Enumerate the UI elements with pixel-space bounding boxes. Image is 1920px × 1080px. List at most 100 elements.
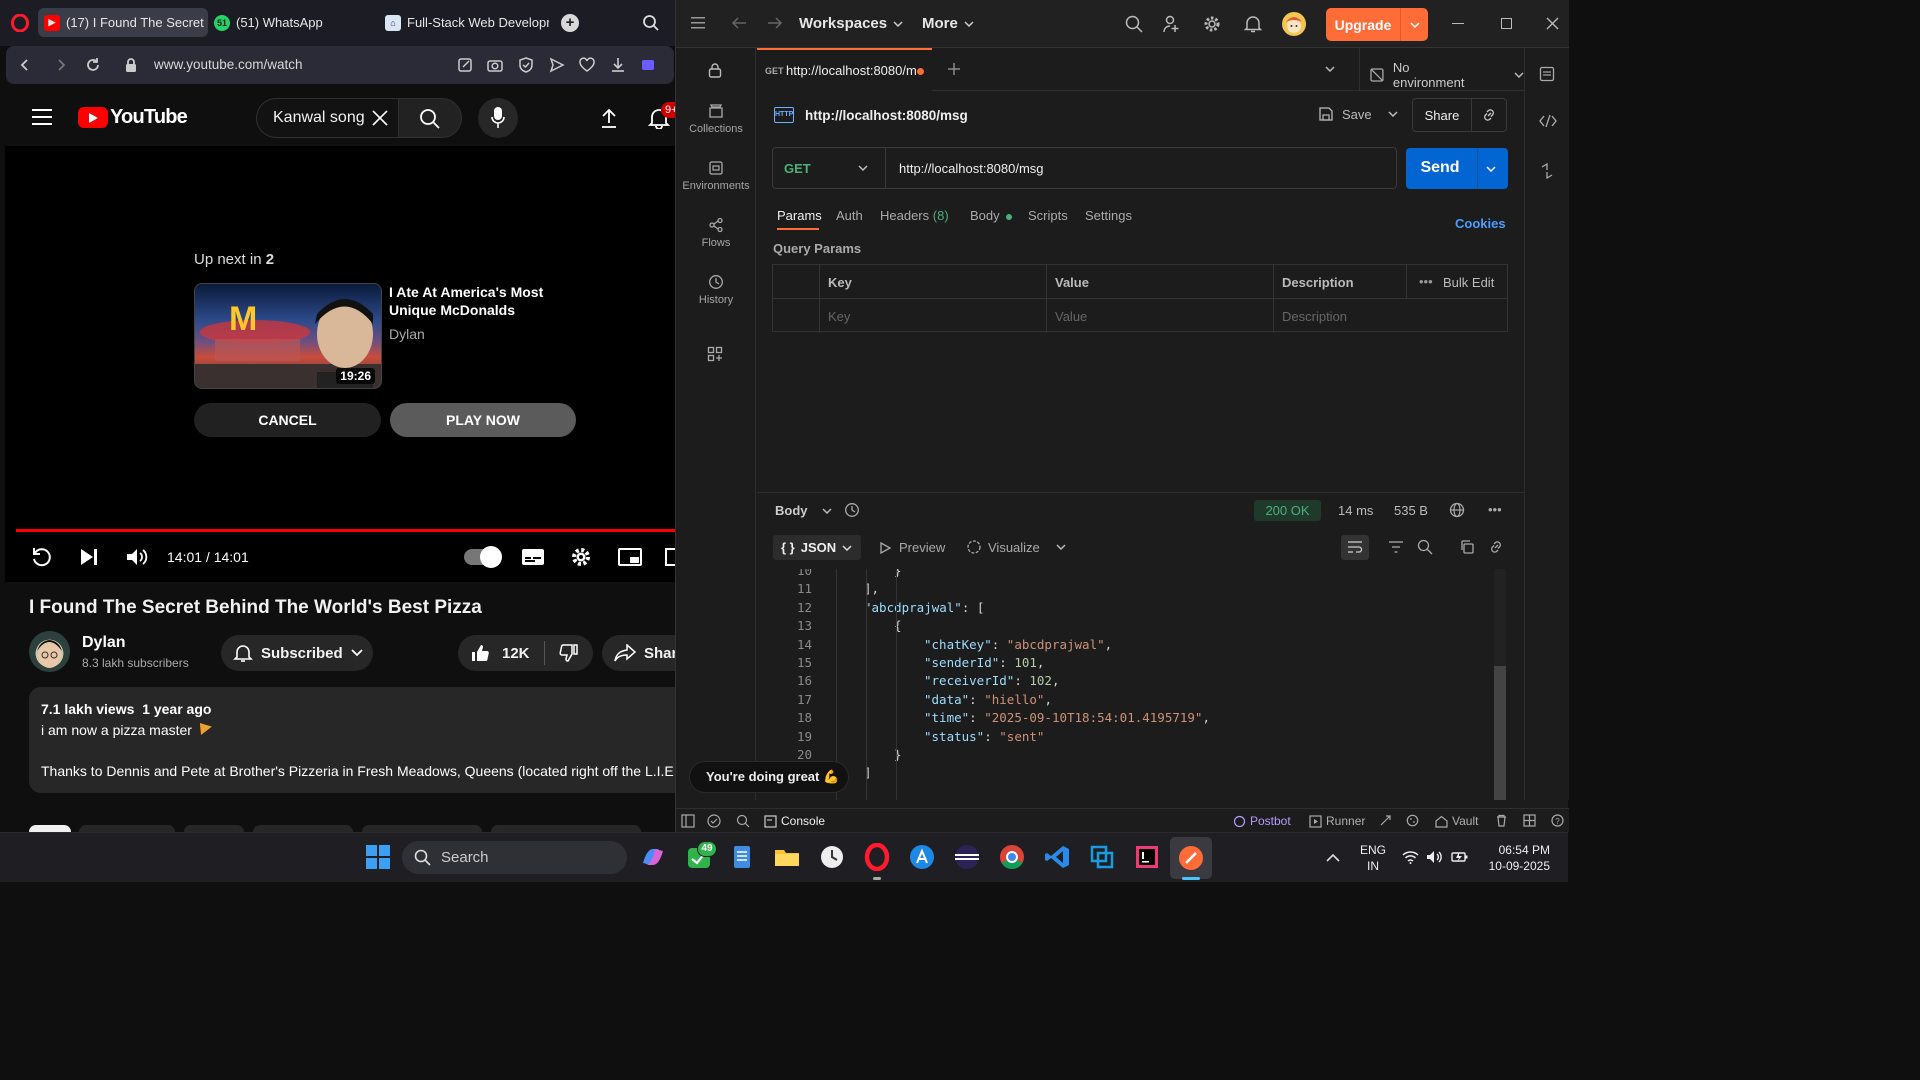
sidebar-item-flows[interactable]: Flows	[676, 217, 756, 249]
user-avatar[interactable]	[1282, 12, 1306, 36]
video-player[interactable]: Up next in 2 M 19:26 I Ate At America's …	[5, 146, 675, 582]
maximize-window-button[interactable]	[1501, 18, 1512, 29]
save-button[interactable]: Save	[1318, 106, 1398, 122]
description-input[interactable]: Description	[1282, 309, 1347, 324]
shield-icon[interactable]	[517, 56, 535, 74]
vscode-icon[interactable]	[1043, 843, 1073, 873]
cookies-link[interactable]: Cookies	[1455, 216, 1506, 231]
send-button[interactable]: Send	[1406, 148, 1508, 189]
tab-youtube[interactable]: ▶ (17) I Found The Secret Be	[38, 8, 208, 37]
clear-search-icon[interactable]	[371, 109, 389, 127]
camera-icon[interactable]	[486, 56, 504, 74]
edit-icon[interactable]	[456, 56, 474, 74]
taskbar-search-box[interactable]: Search	[402, 841, 627, 874]
tab-scripts[interactable]: Scripts	[1028, 208, 1068, 223]
response-size[interactable]: 535 B	[1394, 503, 1428, 518]
response-history-icon[interactable]	[844, 502, 860, 518]
dislike-button[interactable]	[545, 643, 579, 663]
back-arrow-icon[interactable]	[731, 16, 747, 30]
lock-icon[interactable]	[707, 62, 723, 78]
runner-button[interactable]: Runner	[1309, 814, 1365, 828]
more-menu[interactable]: More	[922, 15, 974, 32]
video-description-box[interactable]: 7.1 lakh views 1 year ago i am now a piz…	[29, 687, 675, 793]
tab-body[interactable]: Body	[970, 208, 1013, 223]
notifications-bell-icon[interactable]	[1244, 15, 1262, 33]
heart-icon[interactable]	[578, 56, 596, 74]
volume-tray-icon[interactable]	[1426, 850, 1443, 864]
share-request-button[interactable]: Share	[1412, 98, 1507, 132]
documentation-icon[interactable]	[1539, 66, 1555, 82]
toggle-sidebar-icon[interactable]	[681, 814, 695, 828]
tab-search-icon[interactable]	[642, 14, 660, 32]
chip[interactable]	[29, 825, 71, 832]
like-button[interactable]: 12K	[458, 643, 530, 663]
more-response-options-icon[interactable]: •••	[1488, 502, 1502, 517]
url-field[interactable]: www.youtube.com/watch	[154, 57, 303, 72]
url-input[interactable]: http://localhost:8080/msg	[899, 161, 1044, 176]
code-snippet-icon[interactable]	[1539, 114, 1557, 128]
video-progress-bar[interactable]	[16, 529, 675, 532]
theater-mode-icon[interactable]	[665, 548, 675, 566]
environment-selector[interactable]: No environment	[1369, 60, 1524, 90]
share-button[interactable]: Share	[602, 635, 675, 671]
tab-auth[interactable]: Auth	[836, 208, 863, 223]
cancel-autoplay-button[interactable]: CANCEL	[194, 403, 381, 437]
chip[interactable]	[362, 825, 482, 832]
invite-user-icon[interactable]	[1162, 15, 1180, 33]
code-scrollbar[interactable]	[1494, 569, 1506, 800]
search-response-icon[interactable]	[1417, 539, 1433, 555]
response-body-code[interactable]: 10} 11], 12 "abcdprajwal": [13{14 "chatKey":…	[772, 569, 1494, 800]
minimize-window-button[interactable]	[1452, 23, 1464, 24]
sidebar-item-history[interactable]: History	[676, 274, 756, 306]
close-window-icon[interactable]	[1546, 17, 1559, 30]
hamburger-menu-icon[interactable]	[32, 109, 52, 125]
opera-app-icon[interactable]	[863, 843, 893, 873]
intellij-icon[interactable]	[1133, 843, 1163, 873]
next-video-icon[interactable]	[79, 548, 99, 566]
more-options-icon[interactable]: •••	[1419, 274, 1433, 289]
chip[interactable]	[79, 825, 175, 832]
trash-icon[interactable]	[1495, 814, 1508, 827]
play-now-button[interactable]: PLAY NOW	[390, 403, 576, 437]
tab-params[interactable]: Params	[777, 208, 822, 223]
chrome-icon[interactable]	[998, 843, 1028, 873]
youtube-logo[interactable]: YouTube	[78, 106, 188, 129]
next-video-thumbnail[interactable]: M 19:26	[194, 283, 382, 389]
console-button[interactable]: Console	[764, 814, 825, 828]
toast-notification[interactable]: You're doing great 💪	[689, 761, 849, 793]
download-icon[interactable]	[609, 56, 627, 74]
capture-icon[interactable]	[1379, 814, 1392, 827]
upgrade-button[interactable]: Upgrade	[1326, 8, 1428, 41]
subtitles-icon[interactable]	[521, 548, 545, 566]
layout-icon[interactable]	[1523, 814, 1536, 827]
network-globe-icon[interactable]	[1449, 502, 1465, 518]
virtualbox-icon[interactable]	[1088, 843, 1118, 873]
miniplayer-icon[interactable]	[618, 548, 642, 566]
response-body-selector[interactable]: Body	[775, 503, 832, 518]
windows-start-icon[interactable]	[364, 843, 394, 873]
battery-icon[interactable]	[1451, 850, 1469, 864]
tab-fullstack[interactable]: ⌂ Full-Stack Web Developme	[379, 8, 549, 37]
tab-overflow-chevron-icon[interactable]	[1325, 66, 1335, 72]
clock-app-icon[interactable]	[818, 843, 848, 873]
value-input[interactable]: Value	[1055, 309, 1087, 324]
visualize-button[interactable]: Visualize	[966, 539, 1066, 555]
request-tab[interactable]: GET http://localhost:8080/m	[757, 48, 932, 91]
request-name[interactable]: http://localhost:8080/msg	[805, 108, 968, 123]
filter-icon[interactable]	[1388, 540, 1404, 554]
channel-avatar[interactable]	[29, 631, 70, 672]
upload-icon[interactable]	[600, 107, 618, 129]
reload-icon[interactable]	[84, 56, 102, 74]
youtube-search-input[interactable]: Kanwal song	[256, 98, 398, 138]
chip[interactable]	[491, 825, 641, 832]
chip[interactable]	[184, 825, 244, 832]
tab-settings[interactable]: Settings	[1085, 208, 1132, 223]
help-icon[interactable]: ?	[1551, 814, 1564, 827]
scrollbar-thumb[interactable]	[1494, 666, 1506, 800]
youtube-search-button[interactable]	[398, 98, 462, 138]
volume-icon[interactable]	[126, 547, 148, 567]
method-selector[interactable]: GET	[773, 148, 886, 188]
forward-arrow-icon[interactable]	[767, 16, 783, 30]
postbot-button[interactable]: Postbot	[1233, 814, 1291, 828]
sidebar-item-collections[interactable]: Collections	[676, 103, 756, 135]
